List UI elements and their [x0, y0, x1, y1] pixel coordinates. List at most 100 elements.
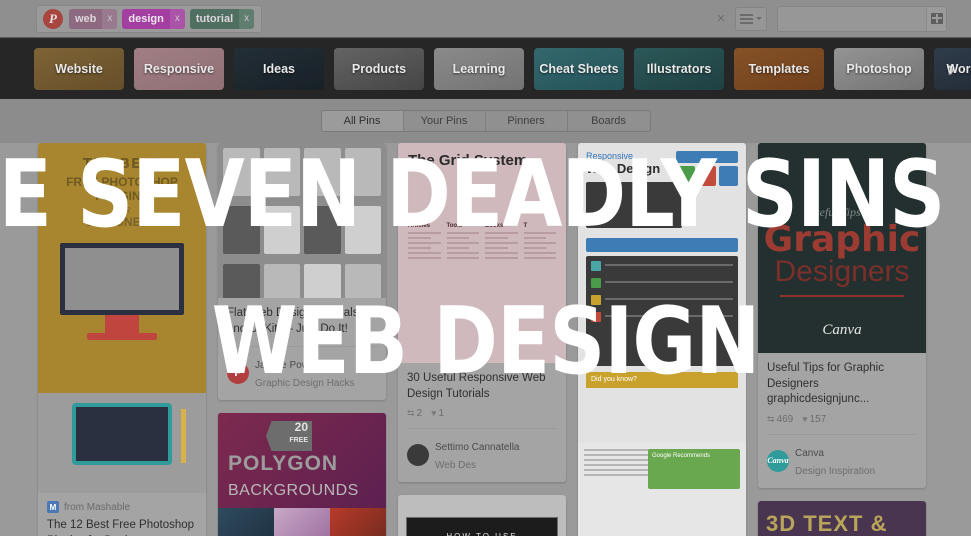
- tablet-icon: [72, 403, 172, 465]
- pin-title[interactable]: 30 Useful Responsive Web Design Tutorial…: [407, 371, 557, 402]
- close-icon[interactable]: x: [239, 8, 255, 29]
- pin-image[interactable]: Useful Tips for Graphic Designers Canva: [758, 143, 926, 353]
- pin-card-grid-system[interactable]: The Grid System Articles Tools Books T 3…: [398, 143, 566, 483]
- badge-free: 20 FREE: [266, 421, 312, 452]
- art-line-1: POLYGON: [228, 452, 339, 476]
- pin-card-graphic-tips[interactable]: Useful Tips for Graphic Designers Canva …: [758, 143, 926, 488]
- search-box[interactable]: [777, 5, 947, 32]
- category-label: Wordpress: [946, 62, 971, 76]
- art-text-lines: [584, 449, 654, 476]
- tag-label: web: [75, 12, 97, 25]
- top-bar: P web x design x tutorial x ×: [0, 0, 971, 38]
- category-illustrators[interactable]: Illustrators: [634, 48, 724, 90]
- art-line-3: Designers: [774, 255, 910, 288]
- pin-meta: Flat Web Design Tutorials and UI Kits – …: [218, 298, 386, 400]
- hamburger-menu-icon[interactable]: [735, 6, 767, 31]
- category-templates[interactable]: Templates: [734, 48, 824, 90]
- dictionary-icon[interactable]: [926, 6, 946, 31]
- pinterest-logo-icon[interactable]: P: [43, 8, 63, 29]
- stylus-icon: [181, 409, 186, 463]
- tag-chip-tutorial[interactable]: tutorial x: [189, 8, 255, 29]
- category-label: Website: [55, 62, 103, 76]
- pin-card-responsive-web-design[interactable]: Responsive Web Design Did you know? Goog…: [578, 143, 746, 536]
- pin-title[interactable]: Flat Web Design Tutorials and UI Kits – …: [227, 306, 377, 337]
- tab-all-pins[interactable]: All Pins: [321, 111, 404, 131]
- pin-image[interactable]: THE BEST FREE PHOTOSHOP PLUGINS FOR DESI…: [38, 143, 206, 493]
- pin-card-polygon-backgrounds[interactable]: 20 FREE POLYGON BACKGROUNDS: [218, 413, 386, 536]
- repin-icon: ⇆: [767, 413, 775, 424]
- category-products[interactable]: Products: [334, 48, 424, 90]
- user-avatar: [407, 444, 429, 467]
- clear-all-icon[interactable]: ×: [707, 0, 735, 38]
- pin-image[interactable]: 20 FREE POLYGON BACKGROUNDS: [218, 413, 386, 536]
- category-learning[interactable]: Learning: [434, 48, 524, 90]
- pin-title[interactable]: The 12 Best Free Photoshop Plugins for D…: [47, 518, 197, 536]
- chevron-down-icon: [756, 17, 762, 20]
- category-label: Illustrators: [646, 62, 712, 76]
- pin-pinner[interactable]: Settimo Cannatella Web Des: [407, 428, 557, 473]
- board-name: Graphic Design Hacks: [255, 378, 355, 390]
- category-photoshop[interactable]: Photoshop: [834, 48, 924, 90]
- pin-title[interactable]: Useful Tips for Graphic Designers graphi…: [767, 361, 917, 408]
- pinner-name: Canva: [795, 447, 824, 459]
- pin-image[interactable]: The Grid System Articles Tools Books T: [398, 143, 566, 363]
- close-icon[interactable]: x: [102, 8, 118, 29]
- repin-stat: ⇆ 469: [767, 414, 793, 425]
- like-stat: ♥ 157: [802, 414, 826, 425]
- like-count: 1: [438, 408, 445, 420]
- art-line-1: Useful Tips for: [806, 205, 878, 219]
- pin-pinner[interactable]: P Janelle Powell Graphic Design Hacks: [227, 346, 377, 391]
- monitor-base: [87, 333, 157, 340]
- pin-meta: Useful Tips for Graphic Designers graphi…: [758, 353, 926, 488]
- pin-image[interactable]: [218, 143, 386, 298]
- pin-grid[interactable]: THE BEST FREE PHOTOSHOP PLUGINS FOR DESI…: [0, 143, 971, 536]
- pin-card-3d-text-logo[interactable]: 3D TEXT & LOGO: [758, 500, 926, 536]
- category-ideas[interactable]: Ideas: [234, 48, 324, 90]
- category-website[interactable]: Website: [34, 48, 124, 90]
- pin-image[interactable]: 3D TEXT & LOGO: [758, 500, 926, 536]
- pin-pinner[interactable]: Canva Canva Design Inspiration: [767, 433, 917, 479]
- art-col-3: Books: [485, 222, 504, 229]
- pin-image[interactable]: Responsive Web Design Did you know? Goog…: [578, 143, 746, 536]
- close-icon[interactable]: x: [169, 8, 185, 29]
- art-line-2: FREE PHOTOSHOP PLUGINS: [66, 175, 178, 203]
- category-label: Photoshop: [846, 62, 912, 76]
- art-line-2: Graphic: [763, 219, 921, 260]
- tag-chip-web[interactable]: web x: [69, 8, 118, 29]
- pin-column: The Grid System Articles Tools Books T 3…: [398, 143, 566, 536]
- tab-pinners[interactable]: Pinners: [485, 111, 568, 131]
- art-line-1: THE BEST: [82, 157, 162, 172]
- art-title: 3D TEXT & LOGO: [766, 510, 888, 536]
- pin-meta: 30 Useful Responsive Web Design Tutorial…: [398, 363, 566, 482]
- pin-stats: ⇆ 2 ♥ 1: [407, 408, 557, 419]
- pin-column: Flat Web Design Tutorials and UI Kits – …: [218, 143, 386, 536]
- tag-filter-box: P web x design x tutorial x: [36, 4, 263, 33]
- category-label: Cheat Sheets: [539, 62, 619, 76]
- art-google-recommends: Google Recommends: [648, 449, 740, 489]
- search-input[interactable]: [778, 6, 926, 31]
- like-stat: ♥ 1: [431, 408, 444, 419]
- board-name: Design Inspiration: [795, 465, 876, 477]
- tag-chip-design[interactable]: design x: [122, 8, 185, 29]
- tab-boards[interactable]: Boards: [567, 111, 650, 131]
- source-label: from Mashable: [64, 501, 131, 513]
- art-line-1: HOW TO USE: [446, 532, 517, 536]
- category-responsive[interactable]: Responsive: [134, 48, 224, 90]
- category-label: Learning: [452, 62, 506, 76]
- pin-source[interactable]: M from Mashable: [47, 501, 197, 513]
- category-cheat-sheets[interactable]: Cheat Sheets: [534, 48, 624, 90]
- canva-avatar: Canva: [767, 449, 789, 472]
- art-underline: [780, 295, 904, 297]
- tab-your-pins[interactable]: Your Pins: [403, 111, 486, 131]
- tag-label: design: [128, 12, 164, 25]
- pin-card-photoshop-plugins[interactable]: THE BEST FREE PHOTOSHOP PLUGINS FOR DESI…: [38, 143, 206, 536]
- monitor-stand: [105, 315, 139, 333]
- pin-card-flat-ui[interactable]: Flat Web Design Tutorials and UI Kits – …: [218, 143, 386, 401]
- filter-bar: All Pins Your Pins Pinners Boards: [0, 99, 971, 143]
- pin-column: Useful Tips for Graphic Designers Canva …: [758, 143, 926, 536]
- menu-bars: [740, 13, 753, 24]
- pin-card-pattern-tool[interactable]: HOW TO USE THE PATTERN TOOL to make pret…: [398, 495, 566, 536]
- pinner-name: Janelle Powell: [255, 360, 319, 372]
- pin-image[interactable]: HOW TO USE THE PATTERN TOOL to make pret…: [398, 495, 566, 536]
- art-banner: HOW TO USE THE PATTERN TOOL: [406, 517, 558, 536]
